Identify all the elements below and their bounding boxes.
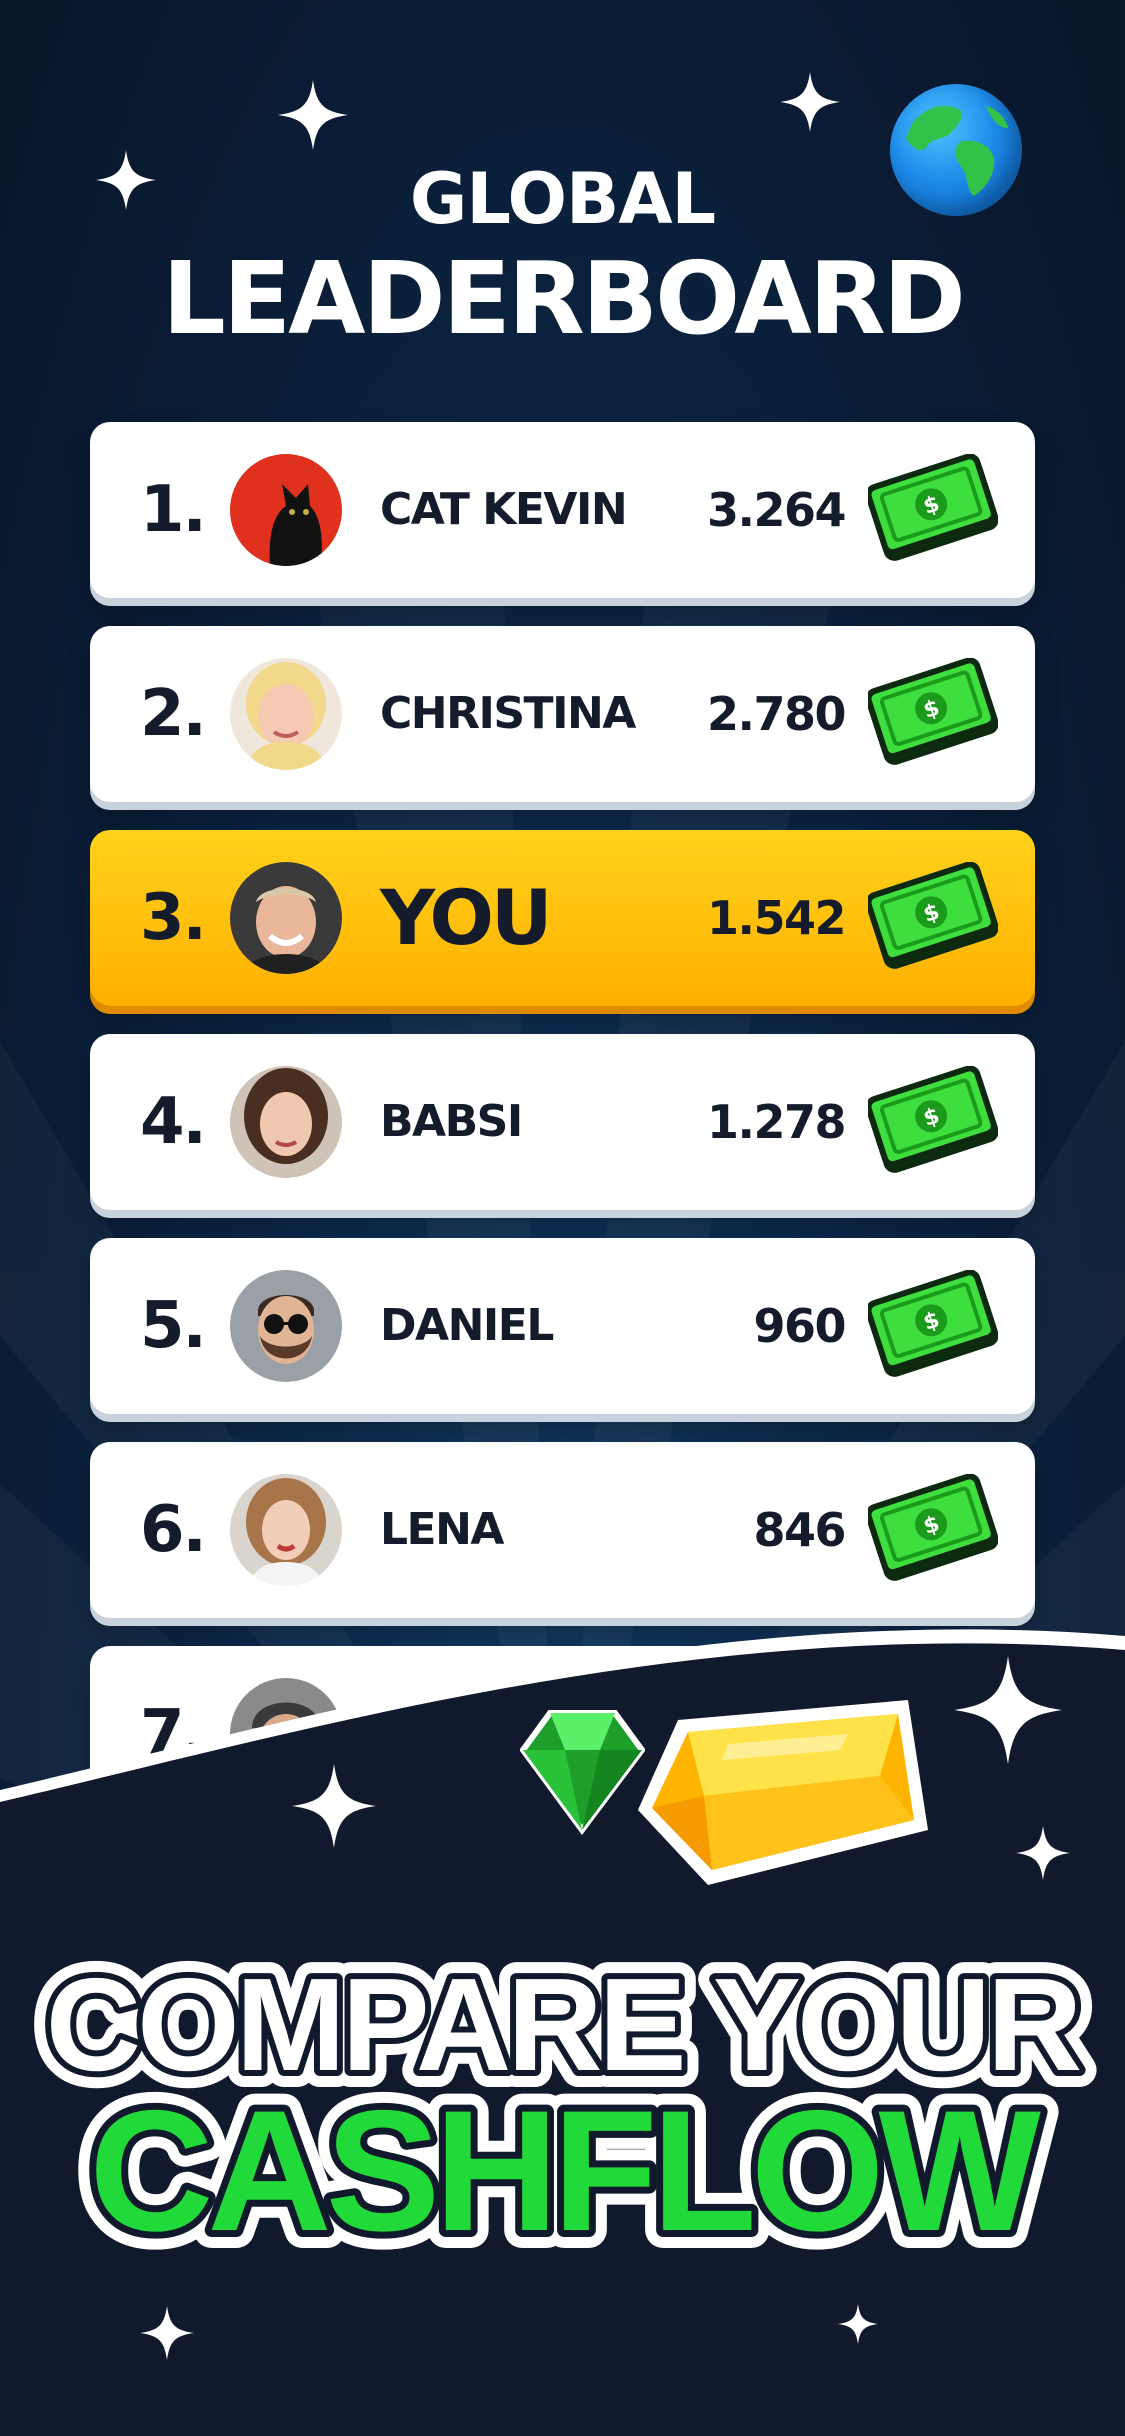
player-name: LENA bbox=[380, 1504, 504, 1555]
cash-bill-icon: $ bbox=[868, 1270, 998, 1377]
player-name: DANIEL bbox=[380, 1300, 554, 1351]
player-name: YOU bbox=[380, 873, 553, 962]
cash-bill-icon: $ bbox=[868, 658, 998, 765]
gold-bar-icon bbox=[638, 1700, 928, 1885]
svg-text:CASHFLOW: CASHFLOW bbox=[89, 2075, 1041, 2267]
title-leaderboard: LEADERBOARD bbox=[162, 240, 966, 357]
sparkle-icon bbox=[140, 2306, 194, 2360]
player-name: CHRISTINA bbox=[380, 688, 636, 739]
player-score: 2.780 bbox=[706, 687, 847, 741]
sparkle-icon bbox=[954, 1656, 1062, 1764]
sparkle-icon bbox=[780, 72, 840, 132]
slogan-line-cashflow: CASHFLOW CASHFLOW bbox=[71, 2070, 1065, 2270]
player-name: BABSI bbox=[380, 1096, 523, 1147]
woman-avatar bbox=[230, 1066, 342, 1178]
player-score: 1.542 bbox=[706, 891, 847, 945]
sparkle-icon bbox=[838, 2304, 878, 2344]
player-score: 960 bbox=[753, 1299, 846, 1353]
sparkle-icon bbox=[292, 1764, 376, 1848]
rank-label: 6. bbox=[140, 1493, 207, 1567]
cash-bill-icon: $ bbox=[868, 862, 998, 969]
cash-bill-icon: $ bbox=[868, 1066, 998, 1173]
rank-label: 5. bbox=[140, 1289, 207, 1363]
rank-label: 1. bbox=[140, 473, 207, 547]
leaderboard-row[interactable]: 1. CAT KEVIN 3.264 $ bbox=[90, 422, 1035, 598]
bearded-man-sunglasses-avatar bbox=[230, 1270, 342, 1382]
player-score: 846 bbox=[753, 1503, 846, 1557]
title-global: GLOBAL bbox=[409, 158, 716, 240]
rank-label: 2. bbox=[140, 677, 207, 751]
sparkle-icon bbox=[1016, 1826, 1070, 1880]
cash-bill-icon: $ bbox=[868, 454, 998, 561]
woman-selfie-avatar bbox=[230, 1474, 342, 1586]
leaderboard-row-you[interactable]: 3. YOU 1.542 $ bbox=[90, 830, 1035, 1006]
player-score: 3.264 bbox=[706, 483, 847, 537]
rank-label: 3. bbox=[140, 881, 207, 955]
leaderboard-row[interactable]: 2. CHRISTINA 2.780 $ bbox=[90, 626, 1035, 802]
smiling-man-avatar bbox=[230, 862, 342, 974]
rank-label: 4. bbox=[140, 1085, 207, 1159]
leaderboard-row[interactable]: 5. DANIEL 960 $ bbox=[90, 1238, 1035, 1414]
leaderboard-row[interactable]: 4. BABSI 1.278 $ bbox=[90, 1034, 1035, 1210]
leaderboard-row[interactable]: 6. LENA 846 $ bbox=[90, 1442, 1035, 1618]
player-name: CAT KEVIN bbox=[380, 484, 628, 535]
sparkle-icon bbox=[278, 80, 348, 150]
cat-avatar bbox=[230, 454, 342, 566]
cash-bill-icon: $ bbox=[868, 1474, 998, 1581]
blonde-woman-avatar bbox=[230, 658, 342, 770]
player-score: 1.278 bbox=[706, 1095, 847, 1149]
